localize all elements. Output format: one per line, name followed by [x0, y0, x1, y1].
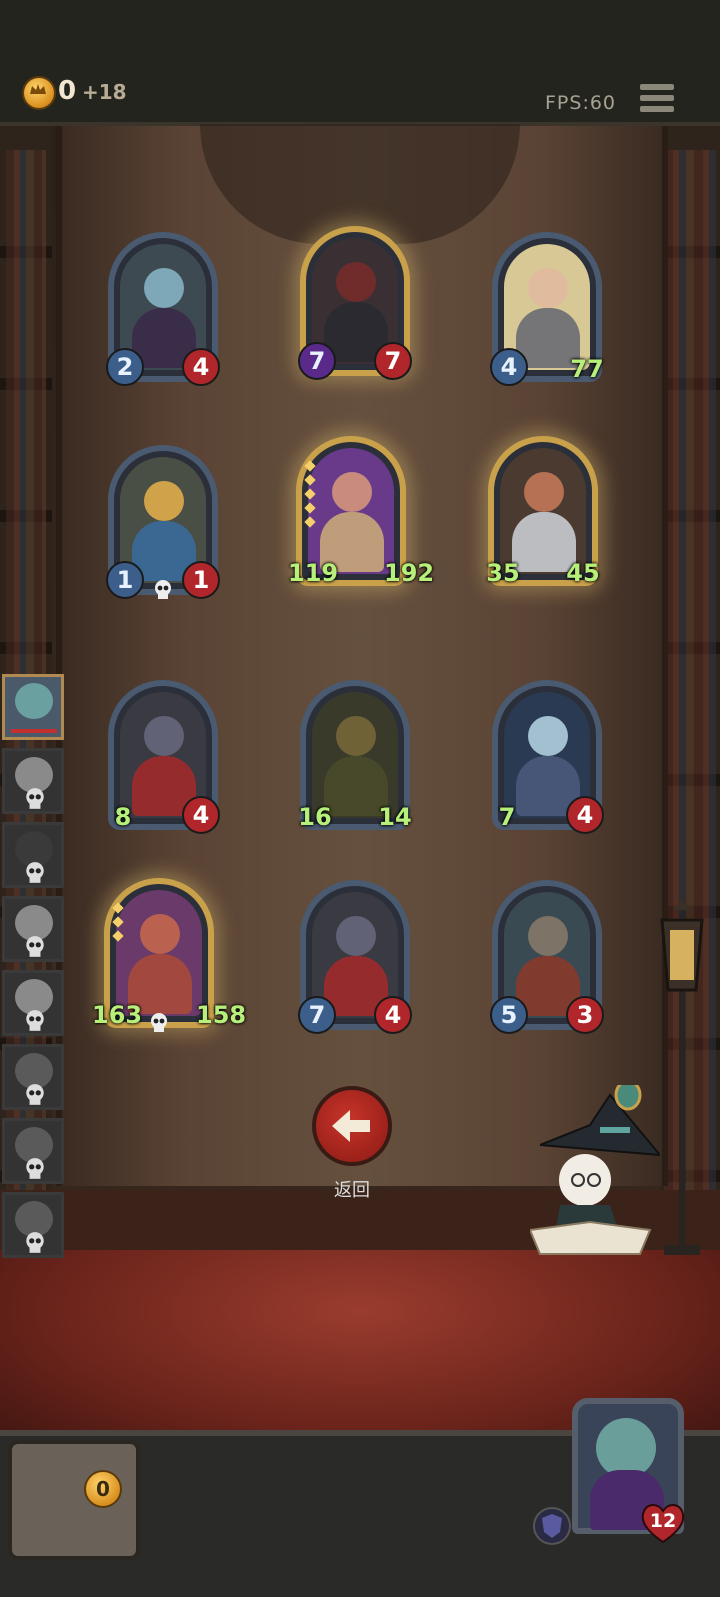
- opponent-portrait[interactable]: [2, 674, 64, 740]
- treasure-chest[interactable]: [8, 1440, 140, 1560]
- skull-icon: [26, 1010, 44, 1031]
- minion-card[interactable]: 8 4: [108, 680, 220, 834]
- attack-value: 163: [92, 1001, 143, 1029]
- opponent-portrait[interactable]: [2, 970, 64, 1036]
- opponent-portrait[interactable]: [2, 1118, 64, 1184]
- gold-count: 0: [58, 76, 77, 106]
- attack-value: 5: [490, 996, 528, 1034]
- attack-value: 119: [288, 559, 339, 587]
- health-value: 7: [374, 342, 412, 380]
- witch-character-icon: [530, 1154, 652, 1255]
- minion-card[interactable]: 5 3: [490, 880, 604, 1034]
- attack-value: 4: [490, 348, 528, 386]
- fps-counter: FPS:60: [545, 92, 617, 114]
- attack-value: 7: [298, 342, 336, 380]
- minion-card[interactable]: 7 7: [298, 226, 412, 380]
- attack-value: 7: [298, 996, 336, 1034]
- opponent-portrait[interactable]: [2, 1192, 64, 1258]
- minion-card[interactable]: 1 1: [106, 445, 220, 599]
- upgrade-pips: [112, 902, 124, 946]
- health-value: 4: [374, 996, 412, 1034]
- minion-card[interactable]: 16 14: [298, 680, 412, 831]
- minion-card[interactable]: 7 4: [492, 680, 604, 834]
- health-value: 3: [566, 996, 604, 1034]
- lamp-icon: [660, 900, 704, 1255]
- back-label: 返回: [334, 1180, 370, 1201]
- chest-coin-count: 0: [84, 1470, 122, 1508]
- minion-card[interactable]: 119 192: [288, 436, 434, 587]
- skull-icon: [151, 1013, 167, 1032]
- skull-icon: [26, 1158, 44, 1179]
- health-value: 192: [384, 559, 435, 587]
- skull-icon: [26, 936, 44, 957]
- menu-icon[interactable]: [640, 84, 674, 116]
- health-value: 14: [378, 803, 412, 831]
- minion-card[interactable]: 7 4: [298, 880, 412, 1034]
- attack-value: 16: [298, 803, 332, 831]
- minion-card[interactable]: 4 77: [490, 232, 604, 386]
- upgrade-pips: [304, 460, 316, 532]
- attack-value: 7: [498, 803, 516, 831]
- gold-income: +18: [82, 80, 127, 104]
- opponent-portrait[interactable]: [2, 822, 64, 888]
- health-value: 45: [566, 559, 600, 587]
- minion-card[interactable]: 163 158: [92, 878, 246, 1032]
- attack-value: 2: [106, 348, 144, 386]
- opponent-portrait[interactable]: [2, 748, 64, 814]
- back-button[interactable]: [312, 1086, 392, 1166]
- health-value: 4: [182, 348, 220, 386]
- health-value: 1: [182, 561, 220, 599]
- attack-value: 8: [114, 803, 132, 831]
- opponent-portrait[interactable]: [2, 896, 64, 962]
- skull-icon: [155, 580, 171, 599]
- attack-value: 35: [486, 559, 520, 587]
- crown-icon: [30, 84, 46, 94]
- health-value: 158: [196, 1001, 247, 1029]
- health-value: 4: [566, 796, 604, 834]
- minion-card[interactable]: 35 45: [486, 436, 600, 587]
- hero-health: 12: [649, 1510, 677, 1532]
- opponent-portrait[interactable]: [2, 1044, 64, 1110]
- arrow-left-icon: [332, 1110, 370, 1142]
- skull-icon: [26, 1084, 44, 1105]
- minion-card[interactable]: 2 4: [106, 232, 220, 386]
- skull-icon: [26, 1232, 44, 1253]
- skull-icon: [26, 788, 44, 809]
- hero-face: [596, 1418, 656, 1478]
- attack-value: 1: [106, 561, 144, 599]
- health-bar: [11, 729, 57, 733]
- health-value: 77: [570, 355, 604, 383]
- health-value: 4: [182, 796, 220, 834]
- shield-icon[interactable]: [532, 1506, 572, 1546]
- skull-icon: [26, 862, 44, 883]
